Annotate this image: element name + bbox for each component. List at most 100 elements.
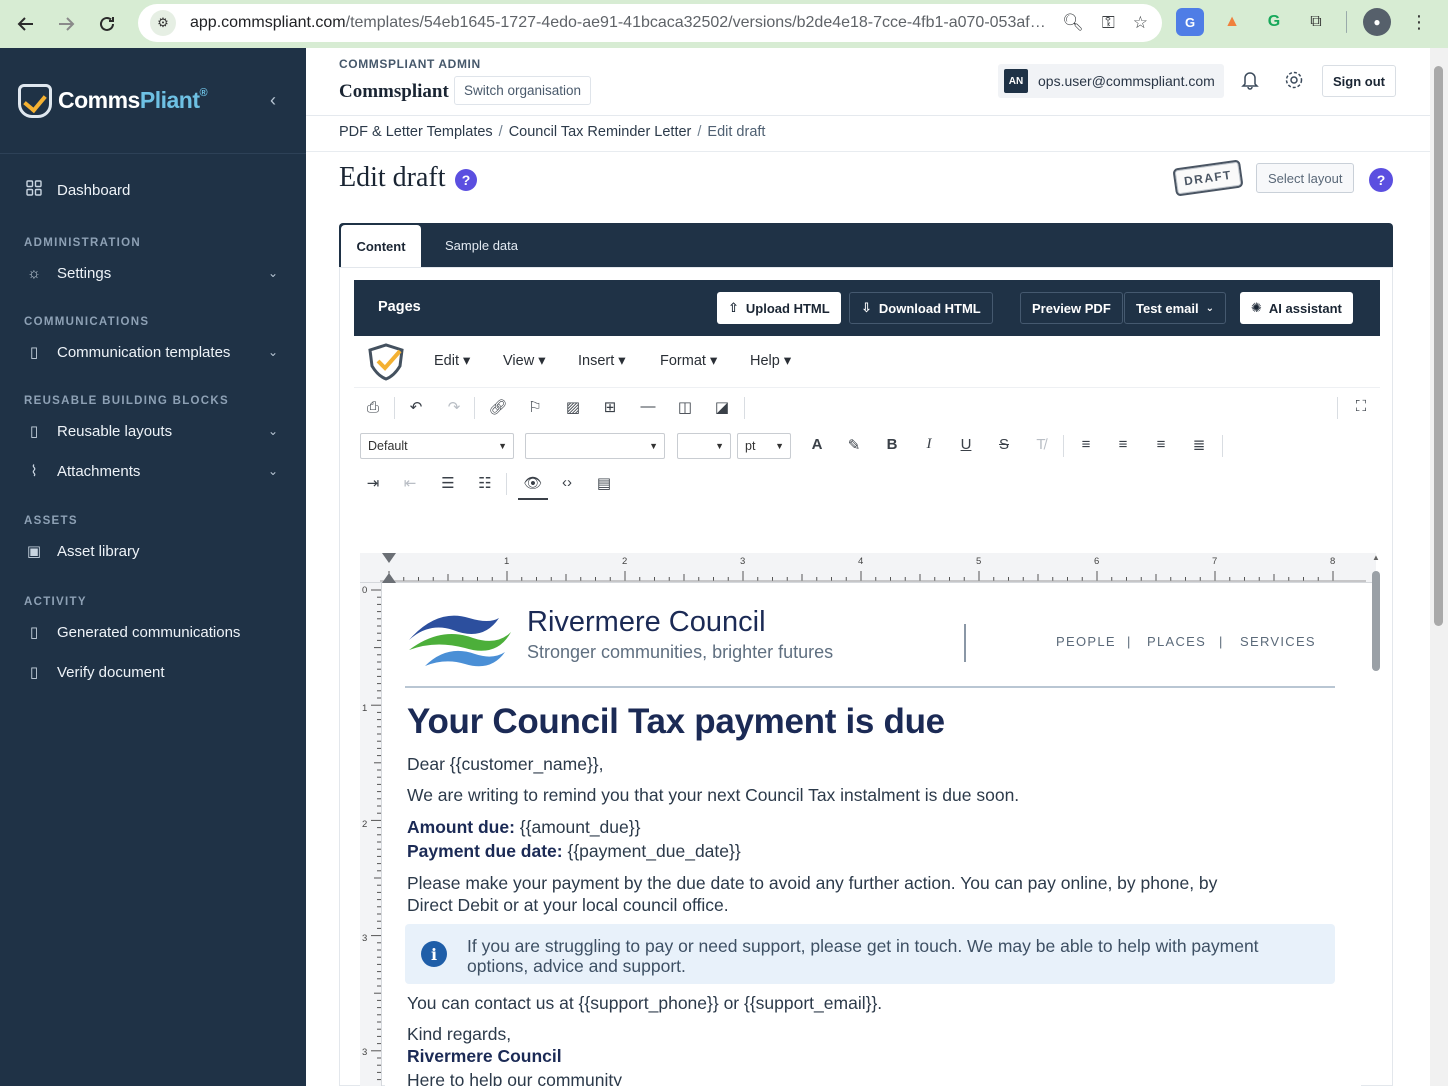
chevron-down-icon[interactable]: ⌄	[268, 345, 278, 359]
text-color-icon[interactable]: A	[806, 436, 828, 453]
source-code-icon[interactable]: ‹›	[556, 474, 578, 491]
chevron-down-icon[interactable]: ⌄	[268, 424, 278, 438]
browser-menu-icon[interactable]: ⋮	[1405, 8, 1433, 36]
horizontal-ruler: 1 2 3 4 5 6 7 8	[360, 553, 1376, 583]
image-icon[interactable]: ▨	[562, 398, 584, 416]
extensions-puzzle-icon[interactable]: ⧉	[1302, 8, 1330, 36]
sidebar-item-generated-communications[interactable]: ▯ Generated communications	[0, 612, 306, 652]
sidebar-item-asset-library[interactable]: ▣ Asset library	[0, 531, 306, 571]
verify-doc-icon: ▯	[29, 664, 39, 681]
editor-vertical-scrollbar[interactable]: ▲ ▼	[1370, 553, 1382, 1086]
font-size-select[interactable]: ▼	[677, 433, 731, 459]
page-scrollbar[interactable]	[1430, 48, 1448, 1086]
reload-icon[interactable]	[87, 4, 127, 44]
commspliant-shield-icon	[18, 83, 52, 118]
bookmark-star-icon[interactable]: ☆	[1133, 13, 1148, 33]
back-icon[interactable]	[6, 4, 46, 44]
download-html-button[interactable]: ⇩ Download HTML	[849, 292, 993, 324]
indent-marker-icon[interactable]	[382, 553, 396, 583]
align-justify-icon[interactable]: ≣	[1188, 436, 1210, 454]
menu-insert[interactable]: Insert ▾	[578, 353, 626, 369]
preview-eye-icon[interactable]: 👁︎	[518, 474, 548, 500]
menu-view[interactable]: View ▾	[503, 353, 545, 369]
select-layout-button[interactable]: Select layout	[1256, 163, 1355, 193]
sidebar-item-label: Settings	[57, 264, 112, 282]
fullscreen-icon[interactable]: ⛶	[1350, 398, 1372, 415]
clear-format-icon[interactable]: T̸	[1030, 436, 1052, 453]
ai-assistant-button[interactable]: ✺ AI assistant	[1240, 292, 1353, 324]
breadcrumb-templates[interactable]: PDF & Letter Templates	[339, 124, 493, 140]
align-center-icon[interactable]: ≡	[1112, 436, 1134, 453]
page-document-icon[interactable]: ▤	[593, 474, 615, 492]
scroll-thumb[interactable]	[1372, 571, 1380, 671]
print-icon[interactable]: ⎙	[362, 399, 384, 416]
gear-icon[interactable]	[1284, 70, 1304, 95]
menu-help[interactable]: Help ▾	[750, 353, 791, 369]
sidebar-item-communication-templates[interactable]: ▯ Communication templates ⌄	[0, 332, 306, 372]
extension-orange-icon[interactable]: ▲	[1218, 8, 1246, 36]
align-left-icon[interactable]: ≡	[1075, 436, 1097, 453]
image-library-icon: ▣	[26, 543, 42, 560]
zoom-icon[interactable]: 🔍︎	[1062, 13, 1084, 33]
tab-content[interactable]: Content	[341, 225, 421, 267]
upload-html-button[interactable]: ⇧ Upload HTML	[717, 292, 841, 324]
chevron-down-icon[interactable]: ⌄	[268, 266, 278, 280]
switch-organisation-button[interactable]: Switch organisation	[454, 76, 592, 105]
ruler-number: 8	[1330, 556, 1336, 567]
indent-icon[interactable]: ⇥	[362, 474, 384, 492]
bullet-list-icon[interactable]: ☰	[437, 474, 459, 492]
sidebar-item-reusable-layouts[interactable]: ▯ Reusable layouts ⌄	[0, 411, 306, 451]
bold-icon[interactable]: B	[881, 436, 903, 453]
template-icon[interactable]: ◫	[674, 398, 696, 416]
sidebar-item-attachments[interactable]: ⌇ Attachments ⌄	[0, 451, 306, 491]
highlight-icon[interactable]: ✎	[843, 436, 865, 454]
help-icon[interactable]: ?	[1369, 168, 1393, 192]
editor-menubar: Edit ▾ View ▾ Insert ▾ Format ▾ Help ▾	[354, 336, 1380, 388]
sparkle-icon: ✺	[1251, 300, 1262, 315]
sign-out-button[interactable]: Sign out	[1322, 65, 1396, 97]
template-insert-icon[interactable]: ◪	[711, 398, 733, 416]
test-email-button[interactable]: Test email ⌄	[1124, 292, 1227, 324]
menu-format[interactable]: Format ▾	[660, 353, 717, 369]
tab-sample-data[interactable]: Sample data	[445, 223, 518, 267]
link-icon[interactable]: 🔗︎	[487, 398, 509, 416]
scroll-thumb[interactable]	[1434, 66, 1443, 626]
chevron-down-icon[interactable]: ⌄	[268, 464, 278, 478]
sidebar-item-verify-document[interactable]: ▯ Verify document	[0, 652, 306, 692]
italic-icon[interactable]: I	[918, 436, 940, 453]
site-info-icon[interactable]: ⚙	[150, 10, 176, 36]
collapse-sidebar-icon[interactable]: ‹	[270, 90, 276, 111]
password-key-icon[interactable]: ⚿	[1102, 13, 1115, 33]
help-icon[interactable]: ?	[455, 169, 477, 191]
underline-icon[interactable]: U	[955, 436, 977, 453]
url-text[interactable]: app.commspliant.com/templates/54eb1645-1…	[190, 14, 1050, 32]
nav-places: PLACES	[1147, 634, 1207, 649]
sidebar-logo[interactable]: CommsPliant® ‹	[0, 48, 306, 154]
profile-avatar-icon[interactable]: ●	[1363, 8, 1391, 36]
breadcrumb-template[interactable]: Council Tax Reminder Letter	[509, 124, 692, 140]
bookmark-icon[interactable]: ⚐	[524, 398, 546, 416]
horizontal-line-icon[interactable]: —	[637, 398, 659, 415]
menu-edit[interactable]: Edit ▾	[434, 353, 470, 369]
strikethrough-icon[interactable]: S	[993, 436, 1015, 453]
translate-extension-icon[interactable]: G	[1176, 8, 1204, 36]
numbered-list-icon[interactable]: ☷	[474, 474, 496, 492]
sidebar-item-settings[interactable]: ☼ Settings ⌄	[0, 253, 306, 293]
outdent-icon[interactable]: ⇤	[399, 474, 421, 492]
unit-select[interactable]: pt ▼	[737, 433, 791, 459]
sidebar-item-dashboard[interactable]: Dashboard	[0, 170, 306, 210]
document-page[interactable]: Rivermere Council Stronger communities, …	[385, 584, 1361, 1086]
forward-icon[interactable]	[46, 4, 86, 44]
redo-icon[interactable]: ↷	[443, 398, 465, 416]
bell-icon[interactable]	[1241, 70, 1259, 95]
font-family-select[interactable]: ▼	[525, 433, 665, 459]
undo-icon[interactable]: ↶	[405, 398, 427, 416]
align-right-icon[interactable]: ≡	[1150, 436, 1172, 453]
preview-pdf-button[interactable]: Preview PDF	[1020, 292, 1123, 324]
grammarly-icon[interactable]: G	[1260, 8, 1288, 36]
table-icon[interactable]: ⊞	[599, 398, 621, 416]
scroll-up-icon[interactable]: ▲	[1372, 553, 1380, 562]
user-menu[interactable]: AN ops.user@commspliant.com	[998, 64, 1224, 98]
address-bar[interactable]: ⚙ app.commspliant.com/templates/54eb1645…	[138, 4, 1162, 42]
block-format-select[interactable]: Default ▼	[360, 433, 514, 459]
